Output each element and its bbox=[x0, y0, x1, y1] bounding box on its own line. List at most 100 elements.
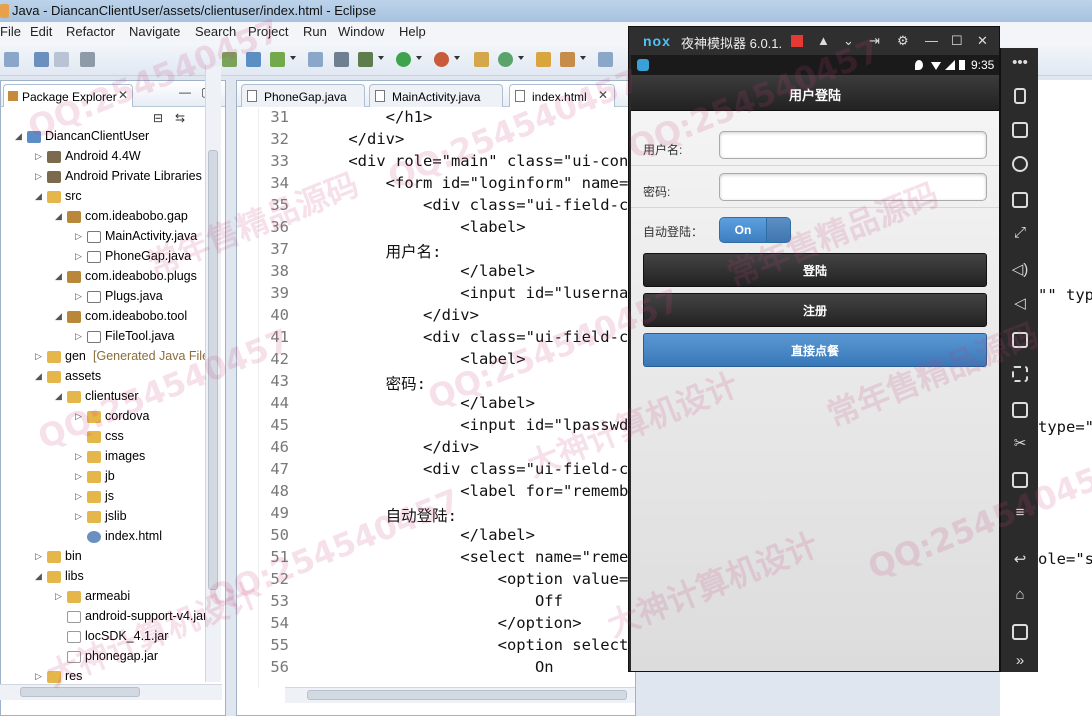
tab-index-html[interactable]: index.html ✕ bbox=[509, 84, 615, 107]
toggle-editor-icon[interactable] bbox=[598, 52, 613, 67]
collapse-all-icon[interactable]: ⊟ bbox=[153, 111, 163, 125]
apk-install-icon[interactable] bbox=[1012, 332, 1028, 348]
scissors-icon[interactable]: ✂ bbox=[1001, 434, 1039, 452]
new-package-icon[interactable] bbox=[474, 52, 489, 67]
tab-mainactivity-java[interactable]: MainActivity.java bbox=[369, 84, 503, 107]
save-icon[interactable] bbox=[34, 52, 49, 67]
collapsed-arrow-icon[interactable]: ▷ bbox=[75, 511, 82, 522]
maximize-icon[interactable]: ☐ bbox=[951, 33, 963, 49]
fullscreen-icon[interactable]: ⤢ bbox=[1001, 224, 1039, 241]
android-sdk-icon[interactable] bbox=[246, 52, 261, 67]
search-icon[interactable] bbox=[560, 52, 575, 67]
screen-icon[interactable] bbox=[1012, 192, 1028, 208]
collapsed-arrow-icon[interactable]: ▷ bbox=[35, 551, 42, 562]
tab-phonegap-java[interactable]: PhoneGap.java bbox=[241, 84, 365, 107]
new-icon[interactable] bbox=[4, 52, 19, 67]
fps-icon[interactable] bbox=[1012, 402, 1028, 418]
close-icon[interactable]: ✕ bbox=[598, 88, 608, 102]
collapsed-arrow-icon[interactable]: ▷ bbox=[75, 471, 82, 482]
collapsed-arrow-icon[interactable]: ▷ bbox=[75, 411, 82, 422]
menu-file[interactable]: File bbox=[0, 24, 21, 39]
line-number: 46 bbox=[270, 438, 289, 456]
expanded-arrow-icon[interactable]: ◢ bbox=[55, 311, 62, 322]
toggle-knob[interactable] bbox=[766, 218, 790, 242]
print-icon[interactable] bbox=[80, 52, 95, 67]
menu-help[interactable]: Help bbox=[399, 24, 426, 39]
skip-breakpoints-icon[interactable] bbox=[334, 52, 349, 67]
recent-apps-icon[interactable] bbox=[1012, 624, 1028, 640]
order-directly-button[interactable]: 直接点餐 bbox=[643, 333, 987, 367]
editor-horizontal-scroll-thumb[interactable] bbox=[307, 690, 627, 700]
code-area[interactable]: 31 </h1> 32 </div> 33 <div role="main" cla… bbox=[259, 108, 635, 686]
theme-icon[interactable]: ▲ bbox=[817, 33, 830, 48]
notification-icon[interactable] bbox=[791, 35, 803, 47]
collapsed-arrow-icon[interactable]: ▷ bbox=[55, 591, 62, 602]
collapsed-arrow-icon[interactable]: ▷ bbox=[75, 451, 82, 462]
import-icon[interactable] bbox=[222, 52, 237, 67]
package-horizontal-scroll-thumb[interactable] bbox=[20, 687, 140, 697]
menu-refactor[interactable]: Refactor bbox=[66, 24, 115, 39]
link-editor-icon[interactable]: ⇆ bbox=[175, 111, 185, 125]
autologin-toggle[interactable]: On bbox=[719, 217, 791, 243]
check-icon[interactable] bbox=[270, 52, 285, 67]
expanded-arrow-icon[interactable]: ◢ bbox=[55, 211, 62, 222]
package-vertical-scroll-thumb[interactable] bbox=[208, 150, 218, 590]
code-text: </h1> bbox=[311, 108, 433, 126]
collapsed-arrow-icon[interactable]: ▷ bbox=[35, 671, 42, 682]
expanded-arrow-icon[interactable]: ◢ bbox=[35, 571, 42, 582]
menu-run[interactable]: Run bbox=[303, 24, 327, 39]
collapsed-arrow-icon[interactable]: ▷ bbox=[75, 491, 82, 502]
close-icon[interactable]: ✕ bbox=[118, 88, 128, 102]
collapsed-arrow-icon[interactable]: ▷ bbox=[75, 251, 82, 262]
screenshot-select-icon[interactable] bbox=[1012, 366, 1028, 382]
expanded-arrow-icon[interactable]: ◢ bbox=[55, 391, 62, 402]
menu-edit[interactable]: Edit bbox=[30, 24, 52, 39]
menu-navigate[interactable]: Navigate bbox=[129, 24, 180, 39]
expanded-arrow-icon[interactable]: ◢ bbox=[35, 371, 42, 382]
location-pin-icon[interactable] bbox=[1012, 156, 1028, 172]
home-icon[interactable]: ⌂ bbox=[1001, 586, 1039, 603]
minimize-icon[interactable]: — bbox=[179, 85, 191, 99]
gear-icon[interactable]: ⚙ bbox=[897, 33, 909, 49]
collapsed-arrow-icon[interactable]: ▷ bbox=[35, 151, 42, 162]
debug-icon[interactable] bbox=[358, 52, 373, 67]
chevron-down-icon[interactable]: ⌄ bbox=[843, 33, 854, 49]
expanded-arrow-icon[interactable]: ◢ bbox=[15, 131, 22, 142]
external-tools-icon[interactable] bbox=[434, 52, 449, 67]
lib-icon bbox=[47, 171, 61, 183]
pin-icon[interactable]: ⇥ bbox=[869, 33, 880, 49]
password-input[interactable] bbox=[719, 173, 987, 201]
menu-window[interactable]: Window bbox=[338, 24, 384, 39]
run-icon[interactable] bbox=[396, 52, 411, 67]
back-icon[interactable]: ↩ bbox=[1001, 550, 1039, 568]
menu-project[interactable]: Project bbox=[248, 24, 288, 39]
more-icon[interactable]: ••• bbox=[1001, 54, 1039, 71]
expanded-arrow-icon[interactable]: ◢ bbox=[35, 191, 42, 202]
volume-down-icon[interactable]: ◁ bbox=[1001, 294, 1039, 312]
jar-icon bbox=[67, 631, 81, 643]
collapsed-arrow-icon[interactable]: ▷ bbox=[75, 291, 82, 302]
open-type-icon[interactable] bbox=[536, 52, 551, 67]
lint-icon[interactable] bbox=[308, 52, 323, 67]
package-explorer-tab[interactable]: Package Explorer ✕ bbox=[3, 84, 133, 107]
volume-up-icon[interactable]: ◁) bbox=[1001, 260, 1039, 278]
collapsed-arrow-icon[interactable]: ▷ bbox=[35, 351, 42, 362]
collapsed-arrow-icon[interactable]: ▷ bbox=[35, 171, 42, 182]
login-button[interactable]: 登陆 bbox=[643, 253, 987, 287]
menu-icon[interactable]: ≡ bbox=[1001, 504, 1039, 521]
multi-window-icon[interactable] bbox=[1012, 472, 1028, 488]
close-icon[interactable]: ✕ bbox=[977, 33, 988, 49]
new-class-icon[interactable] bbox=[498, 52, 513, 67]
collapsed-arrow-icon[interactable]: ▷ bbox=[75, 331, 82, 342]
expanded-arrow-icon[interactable]: ◢ bbox=[55, 271, 62, 282]
line-number: 54 bbox=[270, 614, 289, 632]
username-input[interactable] bbox=[719, 131, 987, 159]
expand-icon[interactable]: » bbox=[1001, 652, 1039, 669]
minimize-icon[interactable]: — bbox=[925, 33, 938, 48]
rotate-phone-icon[interactable] bbox=[1014, 88, 1026, 104]
save-all-icon[interactable] bbox=[54, 52, 69, 67]
menu-search[interactable]: Search bbox=[195, 24, 236, 39]
keyboard-icon[interactable] bbox=[1012, 122, 1028, 138]
collapsed-arrow-icon[interactable]: ▷ bbox=[75, 231, 82, 242]
register-button[interactable]: 注册 bbox=[643, 293, 987, 327]
